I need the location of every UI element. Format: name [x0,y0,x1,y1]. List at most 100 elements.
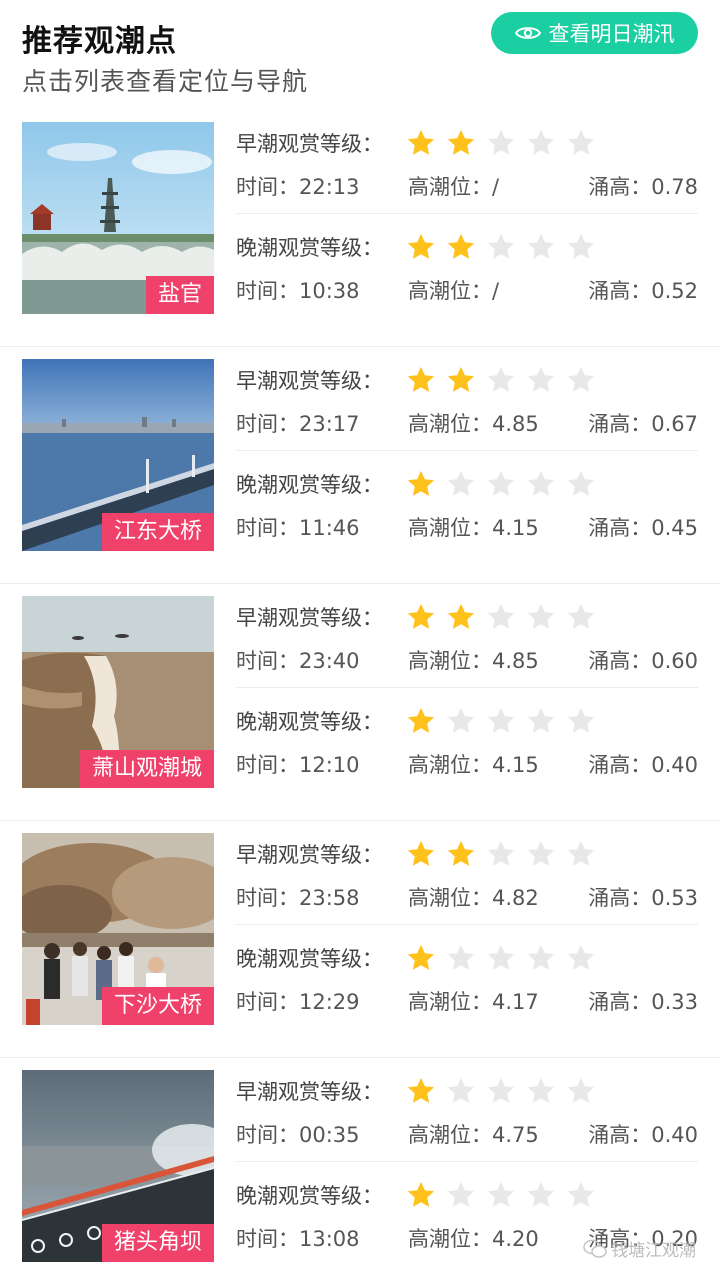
spot-name-tag: 萧山观潮城 [79,750,214,788]
page-title: 推荐观潮点 [22,24,177,59]
view-tomorrow-tide-button[interactable]: 查看明日潮汛 [491,12,698,54]
evening-level-label: 晚潮观赏等级： [236,236,383,260]
spot-card-xiaoshan-tide-city[interactable]: 萧山观潮城 早潮观赏等级： 时间：23:40 高潮位：4.85 涌高：0.60 … [0,584,720,821]
star-empty-icon [527,129,555,155]
spot-tide-info: 早潮观赏等级： 时间：23:17 高潮位：4.85 涌高：0.67 晚潮观赏等级… [236,347,698,555]
spot-name-tag: 盐官 [145,276,214,314]
eye-icon [514,27,541,39]
surge-height: 涌高：0.78 [588,175,698,199]
high-tide-level: 高潮位：4.85 [408,649,539,673]
morning-level-label: 早潮观赏等级： [236,1080,383,1104]
star-empty-icon [487,233,515,259]
tide-time: 时间：23:40 [236,649,360,673]
star-filled-icon [407,233,435,259]
morning-level-label: 早潮观赏等级： [236,369,383,393]
morning-tide: 早潮观赏等级： 时间：23:58 高潮位：4.82 涌高：0.53 [236,821,698,925]
evening-rating [406,232,606,262]
star-empty-icon [487,707,515,733]
star-empty-icon [447,707,475,733]
star-empty-icon [567,1181,595,1207]
star-empty-icon [527,944,555,970]
star-empty-icon [447,944,475,970]
high-tide-level: 高潮位：/ [408,279,500,303]
evening-level-label: 晚潮观赏等级： [236,473,383,497]
star-filled-icon [447,603,475,629]
star-filled-icon [447,129,475,155]
star-filled-icon [407,944,435,970]
morning-rating [406,128,606,158]
star-empty-icon [567,944,595,970]
high-tide-level: 高潮位：4.82 [408,886,539,910]
spot-photo: 下沙大桥 [22,833,214,1025]
star-empty-icon [487,944,515,970]
star-empty-icon [567,233,595,259]
morning-level-label: 早潮观赏等级： [236,843,383,867]
tide-time: 时间：12:29 [236,990,360,1014]
morning-rating [406,1076,606,1106]
tide-time: 时间：22:13 [236,175,360,199]
evening-tide: 晚潮观赏等级： 时间：12:10 高潮位：4.15 涌高：0.40 [236,688,698,792]
morning-level-label: 早潮观赏等级： [236,606,383,630]
star-empty-icon [447,1077,475,1103]
evening-rating [406,943,606,973]
star-empty-icon [487,129,515,155]
spot-tide-info: 早潮观赏等级： 时间：22:13 高潮位：/ 涌高：0.78 晚潮观赏等级： 时… [236,110,698,318]
tide-time: 时间：23:58 [236,886,360,910]
star-filled-icon [447,366,475,392]
high-tide-level: 高潮位：4.17 [408,990,539,1014]
watermark-text: 钱塘江观潮 [611,1241,696,1261]
evening-level-label: 晚潮观赏等级： [236,710,383,734]
watermark: 钱塘江观潮 [583,1236,696,1261]
morning-tide: 早潮观赏等级： 时间：22:13 高潮位：/ 涌高：0.78 [236,110,698,214]
star-empty-icon [527,707,555,733]
tide-time: 时间：13:08 [236,1227,360,1251]
spot-tide-info: 早潮观赏等级： 时间：23:58 高潮位：4.82 涌高：0.53 晚潮观赏等级… [236,821,698,1029]
star-empty-icon [567,470,595,496]
spot-photo: 盐官 [22,122,214,314]
surge-height: 涌高：0.40 [588,753,698,777]
evening-rating [406,1180,606,1210]
star-empty-icon [527,603,555,629]
tide-time: 时间：00:35 [236,1123,360,1147]
star-empty-icon [527,470,555,496]
spot-list: 盐官 早潮观赏等级： 时间：22:13 高潮位：/ 涌高：0.78 晚潮观赏等级… [0,110,720,1283]
surge-height: 涌高：0.52 [588,279,698,303]
tide-time: 时间：11:46 [236,516,360,540]
star-empty-icon [527,1181,555,1207]
evening-tide: 晚潮观赏等级： 时间：11:46 高潮位：4.15 涌高：0.45 [236,451,698,555]
spot-card-xiasha-bridge[interactable]: 下沙大桥 早潮观赏等级： 时间：23:58 高潮位：4.82 涌高：0.53 晚… [0,821,720,1058]
spot-photo: 江东大桥 [22,359,214,551]
star-empty-icon [567,603,595,629]
star-empty-icon [487,1181,515,1207]
evening-tide: 晚潮观赏等级： 时间：12:29 高潮位：4.17 涌高：0.33 [236,925,698,1029]
star-empty-icon [567,707,595,733]
star-empty-icon [527,233,555,259]
spot-photo: 猪头角坝 [22,1070,214,1262]
spot-name-tag: 江东大桥 [101,513,214,551]
star-filled-icon [407,603,435,629]
star-empty-icon [527,1077,555,1103]
star-filled-icon [407,366,435,392]
star-empty-icon [487,603,515,629]
star-empty-icon [527,840,555,866]
morning-tide: 早潮观赏等级： 时间：00:35 高潮位：4.75 涌高：0.40 [236,1058,698,1162]
star-empty-icon [487,366,515,392]
spot-card-yanguan[interactable]: 盐官 早潮观赏等级： 时间：22:13 高潮位：/ 涌高：0.78 晚潮观赏等级… [0,110,720,347]
star-empty-icon [567,840,595,866]
morning-tide: 早潮观赏等级： 时间：23:40 高潮位：4.85 涌高：0.60 [236,584,698,688]
high-tide-level: 高潮位：4.15 [408,516,539,540]
high-tide-level: 高潮位：/ [408,175,500,199]
surge-height: 涌高：0.33 [588,990,698,1014]
spot-photo: 萧山观潮城 [22,596,214,788]
spot-card-jiangdong-bridge[interactable]: 江东大桥 早潮观赏等级： 时间：23:17 高潮位：4.85 涌高：0.67 晚… [0,347,720,584]
surge-height: 涌高：0.45 [588,516,698,540]
evening-level-label: 晚潮观赏等级： [236,1184,383,1208]
star-empty-icon [447,1181,475,1207]
wechat-icon [583,1239,607,1258]
high-tide-level: 高潮位：4.85 [408,412,539,436]
morning-rating [406,602,606,632]
high-tide-level: 高潮位：4.20 [408,1227,539,1251]
surge-height: 涌高：0.67 [588,412,698,436]
star-empty-icon [567,1077,595,1103]
star-empty-icon [487,1077,515,1103]
